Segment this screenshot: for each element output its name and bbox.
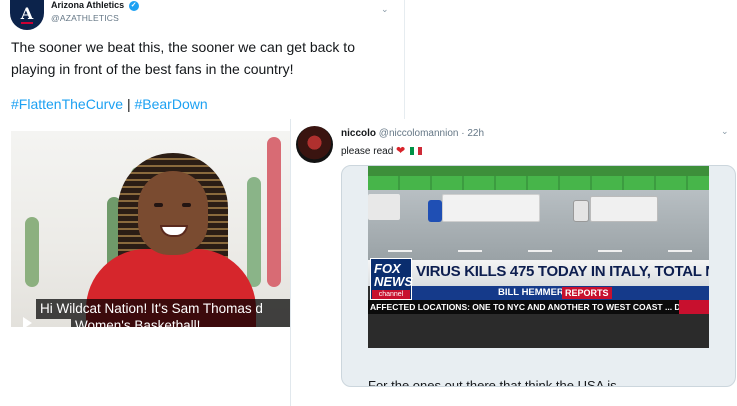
chevron-down-icon[interactable]: ⌄ [381,4,389,15]
red-heart-icon: ❤ [396,145,406,157]
smile [160,225,188,237]
truck-trailer [590,196,658,222]
avatar[interactable] [296,126,333,163]
play-icon[interactable] [23,317,32,327]
video-player[interactable]: Hi Wildcat Nation! It's Sam Thomas d Wom… [11,131,294,327]
news-crawl-text: AFFECTED LOCATIONS: ONE TO NYC AND ANOTH… [370,302,709,312]
video-subtitle-line: Hi Wildcat Nation! It's Sam Thomas d [36,299,294,319]
lane-marking [458,250,482,252]
tweet-header: niccolo @niccolomannion · 22h [341,128,484,139]
news-screenshot[interactable]: VIRUS KILLS 475 TODAY IN ITALY, TOTAL NE… [368,166,709,348]
quoted-media-card[interactable]: VIRUS KILLS 475 TODAY IN ITALY, TOTAL NE… [341,165,736,387]
truck-cab [428,200,442,222]
lane-marking [598,250,622,252]
eye [154,203,163,207]
arizona-logo-icon: A [20,4,34,24]
news-lower-band [368,314,709,348]
tweet-text-body: please read [341,146,394,157]
anchor-name: BILL HEMMER [498,287,564,298]
cactus-illustration [25,217,39,287]
hashtag-link-beardown[interactable]: #BearDown [134,96,207,112]
video-subtitle-line: Women's Basketball! [71,319,294,327]
cactus-illustration [247,177,261,287]
news-headline: VIRUS KILLS 475 TODAY IN ITALY, TOTAL NE… [416,263,709,280]
display-name-text[interactable]: Arizona Athletics [51,0,124,10]
highway [368,190,709,260]
italy-flag-icon [410,147,423,156]
hashtag-link-flattenthecurve[interactable]: #FlattenTheCurve [11,96,123,112]
truck-trailer [442,194,540,222]
lane-marking [388,250,412,252]
logo-text-channel: channel [372,290,410,299]
display-name[interactable]: Arizona Athletics ✓ [51,0,139,11]
tweet-niccolo[interactable]: niccolo @niccolomannion · 22h ⌄ please r… [290,119,737,406]
hashtags: #FlattenTheCurve | #BearDown [11,96,208,112]
tweet-text: please read ❤ [341,144,423,157]
tweet-text: The sooner we beat this, the sooner we c… [11,39,355,77]
hashtag-separator: | [126,96,131,112]
cactus-illustration [267,137,281,287]
reports-tag: REPORTS [562,287,612,299]
chevron-down-icon[interactable]: ⌄ [721,126,729,137]
news-crawl-bar: AFFECTED LOCATIONS: ONE TO NYC AND ANOTH… [368,300,709,314]
lane-marking [668,250,692,252]
handle[interactable]: @AZATHLETICS [51,13,119,23]
lane-marking [528,250,552,252]
avatar[interactable]: A [10,0,44,30]
person-face [138,171,208,255]
truck-cab [573,200,589,222]
verified-badge-icon: ✓ [128,0,139,11]
timestamp[interactable]: 22h [467,128,484,139]
dot-separator: · [461,128,465,139]
quoted-tweet-text: For the ones out there that think the US… [368,378,617,387]
crawl-red-tag [679,300,709,314]
truck-trailer [368,194,400,220]
logo-text-news: NEWS [374,274,413,289]
eye [182,203,191,207]
fox-news-logo: FOX NEWS channel [370,258,413,300]
display-name[interactable]: niccolo [341,128,376,139]
news-headline-bar: VIRUS KILLS 475 TODAY IN ITALY, TOTAL NE… [368,260,709,286]
news-anchor-bar: BILL HEMMER REPORTS [412,286,709,300]
handle[interactable]: @niccolomannion [379,128,459,139]
green-fence [368,176,709,190]
